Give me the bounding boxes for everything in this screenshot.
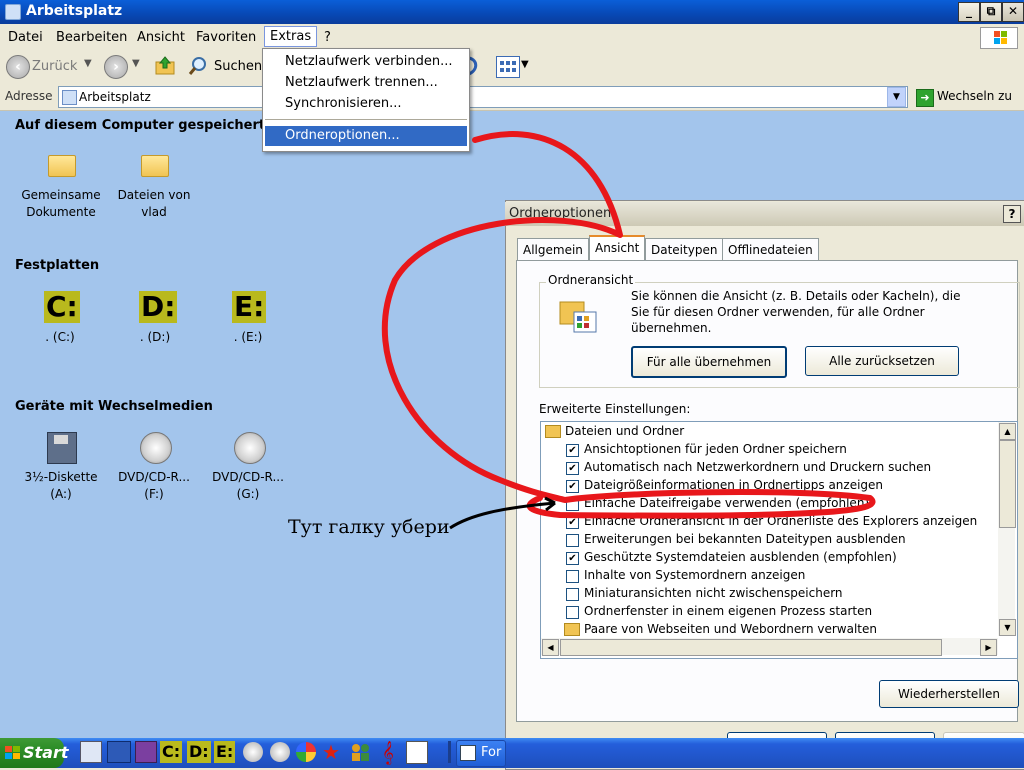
box-icon[interactable]: [135, 741, 157, 763]
taskbar-task-folder-options[interactable]: For: [456, 740, 506, 767]
annotation-curve: [381, 131, 876, 519]
notepad-icon[interactable]: [406, 741, 428, 764]
start-label: Start: [23, 743, 69, 762]
annotation-text: Тут галку убери: [288, 516, 450, 538]
quicklaunch-drive-c[interactable]: C:: [160, 741, 183, 763]
task-label: For: [481, 745, 502, 760]
music-icon[interactable]: 𝄞: [382, 740, 394, 764]
window-icon: [460, 745, 476, 761]
monitor-icon[interactable]: [107, 741, 131, 763]
users-icon[interactable]: [350, 742, 372, 762]
annotation-arrow: [449, 501, 556, 530]
cd-drive-icon[interactable]: [270, 742, 290, 762]
taskbar-divider: [448, 741, 451, 763]
windows-flag-icon: [5, 746, 20, 759]
star-icon[interactable]: ★: [322, 740, 340, 764]
cd-drive-icon[interactable]: [243, 742, 263, 762]
quicklaunch-drive-d[interactable]: D:: [187, 741, 211, 763]
media-player-icon[interactable]: [296, 742, 316, 762]
annotation-overlay: [381, 131, 876, 530]
show-desktop-icon[interactable]: [80, 741, 102, 763]
quicklaunch-drive-e[interactable]: E:: [214, 741, 236, 763]
start-button[interactable]: Start: [0, 738, 69, 768]
